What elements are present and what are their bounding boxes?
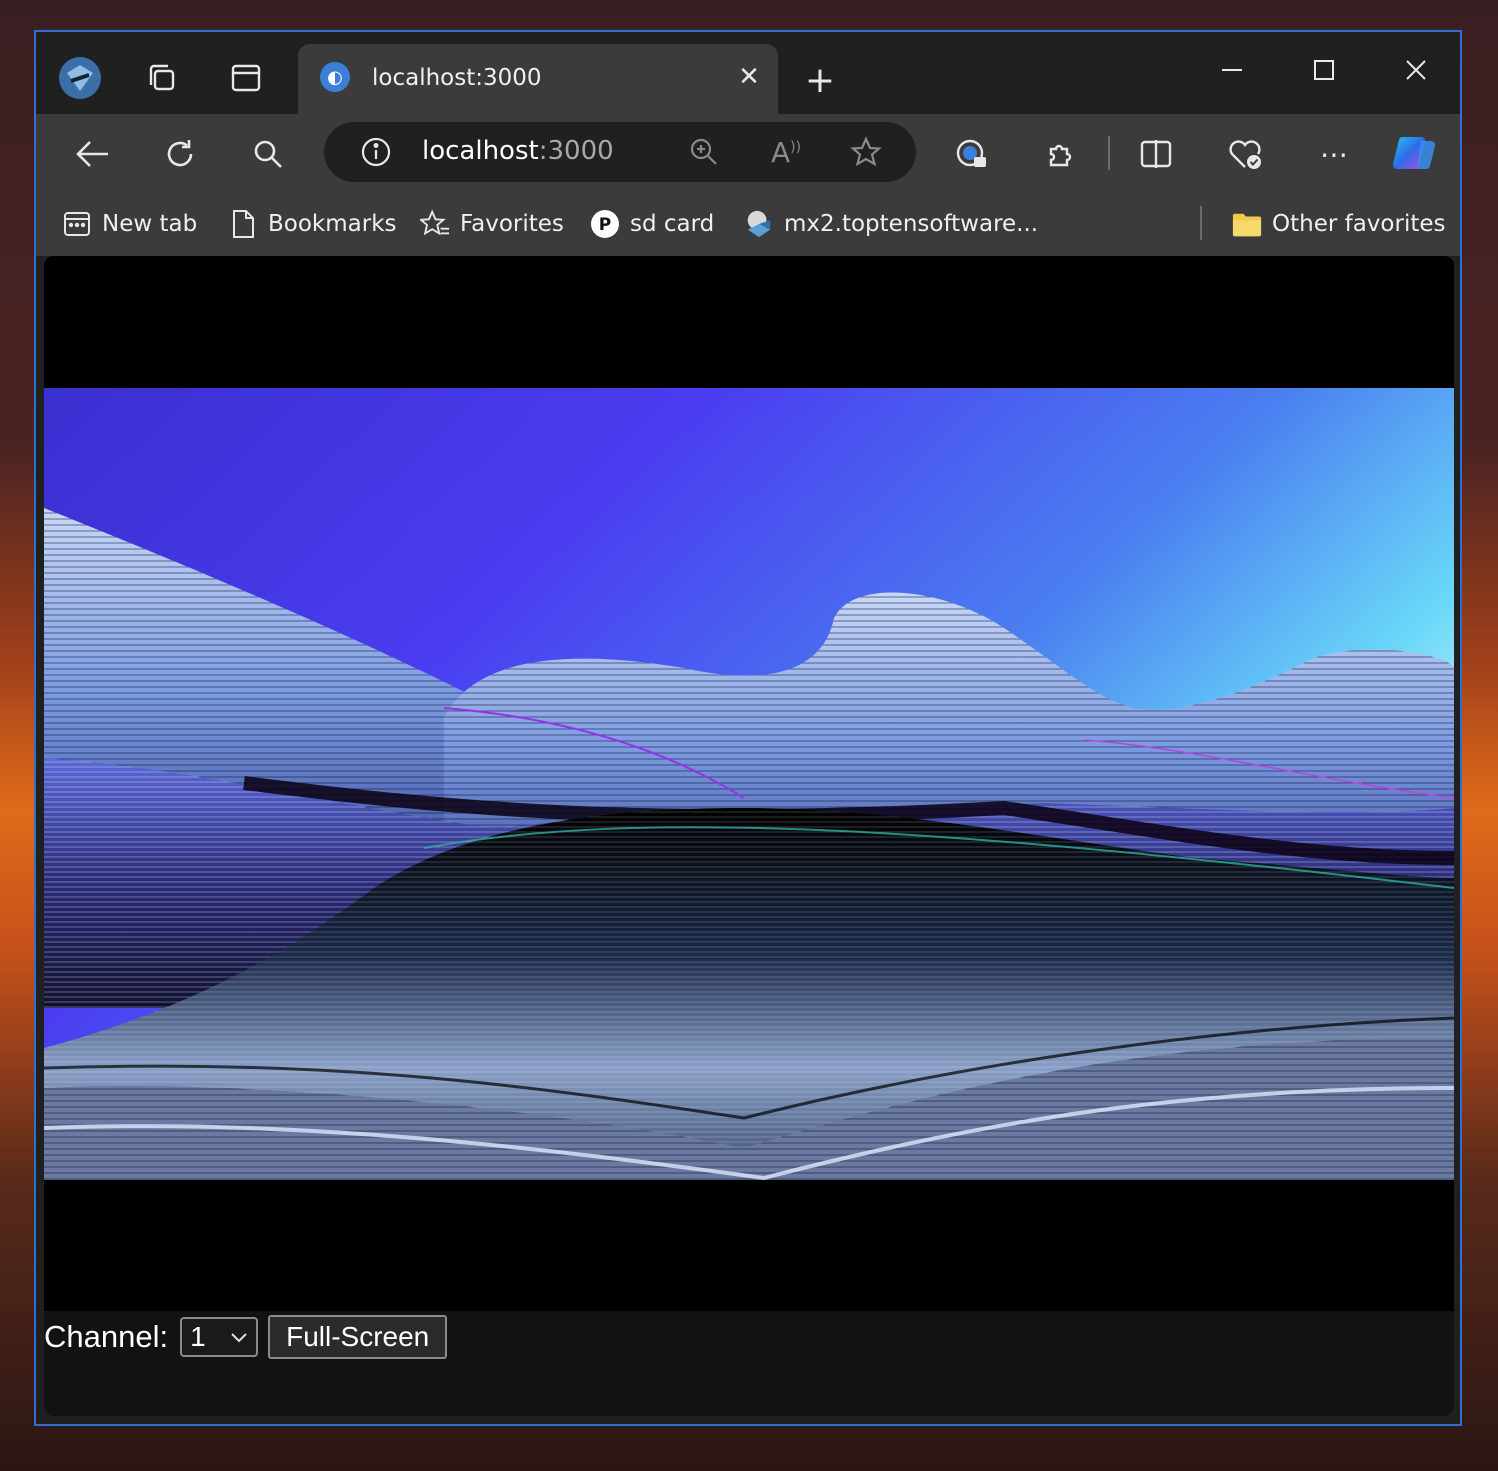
- new-tab-button[interactable]: +: [798, 58, 842, 102]
- refresh-button[interactable]: [156, 130, 204, 178]
- browser-window: ◐ localhost:3000 ✕ + localhost:3000 A)) …: [34, 30, 1462, 1426]
- fav-label: Other favorites: [1272, 211, 1446, 237]
- tab-title: localhost:3000: [372, 65, 542, 91]
- favbar-divider: [1200, 206, 1202, 240]
- toolbar-divider: [1108, 136, 1110, 170]
- workspaces-icon[interactable]: [138, 54, 186, 102]
- tab-favicon-icon: ◐: [320, 62, 350, 92]
- vertical-tabs-icon[interactable]: [222, 54, 270, 102]
- read-aloud-icon[interactable]: A)): [764, 130, 808, 174]
- fav-label: sd card: [630, 211, 715, 237]
- player-controls: Channel: 1 Full-Screen: [44, 1312, 448, 1362]
- desktop-wallpaper: [0, 0, 36, 1471]
- p-logo-icon: P: [590, 209, 620, 239]
- password-manager-icon[interactable]: [948, 130, 996, 178]
- profile-avatar-icon[interactable]: [56, 54, 104, 102]
- fav-favorites[interactable]: Favorites: [420, 206, 564, 242]
- fav-label: Favorites: [460, 211, 564, 237]
- address-bar[interactable]: localhost:3000 A)): [324, 122, 916, 182]
- close-tab-icon[interactable]: ✕: [734, 62, 764, 92]
- wave-landscape-image: [44, 388, 1454, 1180]
- fav-sd-card[interactable]: P sd card: [590, 206, 714, 242]
- channel-label: Channel:: [44, 1319, 169, 1354]
- full-screen-button[interactable]: Full-Screen: [268, 1315, 448, 1359]
- svg-text:P: P: [599, 215, 611, 235]
- title-bar: ◐ localhost:3000 ✕ +: [36, 32, 1460, 114]
- split-screen-icon[interactable]: [1132, 130, 1180, 178]
- fav-label: Bookmarks: [268, 211, 397, 237]
- extensions-icon[interactable]: [1036, 130, 1084, 178]
- video-player: [44, 256, 1454, 1311]
- fav-mx2[interactable]: mx2.toptensoftware...: [744, 206, 1038, 242]
- more-options-icon[interactable]: ⋯: [1310, 130, 1358, 178]
- fav-bookmarks[interactable]: Bookmarks: [228, 206, 397, 242]
- search-icon[interactable]: [244, 130, 292, 178]
- favorites-bar: New tab Bookmarks Favorites P sd card mx…: [36, 192, 1460, 256]
- fav-new-tab[interactable]: New tab: [62, 206, 197, 242]
- back-button[interactable]: [68, 130, 116, 178]
- url-text[interactable]: localhost:3000: [422, 136, 614, 166]
- channel-select-value: 1: [190, 1321, 206, 1352]
- fav-label: mx2.toptensoftware...: [784, 211, 1039, 237]
- active-tab[interactable]: ◐ localhost:3000 ✕: [298, 44, 778, 114]
- navigation-toolbar: localhost:3000 A)) ⋯: [36, 114, 1460, 192]
- close-window-button[interactable]: [1386, 50, 1446, 90]
- copilot-icon[interactable]: [1392, 130, 1440, 178]
- page-content: Channel: 1 Full-Screen: [44, 256, 1454, 1416]
- minimize-button[interactable]: [1202, 50, 1262, 90]
- site-favicon-icon: [744, 209, 774, 239]
- zoom-icon[interactable]: [682, 130, 726, 174]
- fav-label: New tab: [102, 211, 198, 237]
- channel-select[interactable]: 1: [180, 1317, 259, 1357]
- new-tab-page-icon: [62, 209, 92, 239]
- maximize-button[interactable]: [1294, 50, 1354, 90]
- document-icon: [228, 209, 258, 239]
- folder-icon: [1232, 209, 1262, 239]
- favorite-star-icon[interactable]: [844, 130, 888, 174]
- chevron-down-icon: [230, 1325, 248, 1355]
- browser-essentials-icon[interactable]: [1222, 130, 1270, 178]
- star-list-icon: [420, 209, 450, 239]
- site-info-icon[interactable]: [354, 130, 398, 174]
- fav-other-favorites[interactable]: Other favorites: [1232, 206, 1446, 242]
